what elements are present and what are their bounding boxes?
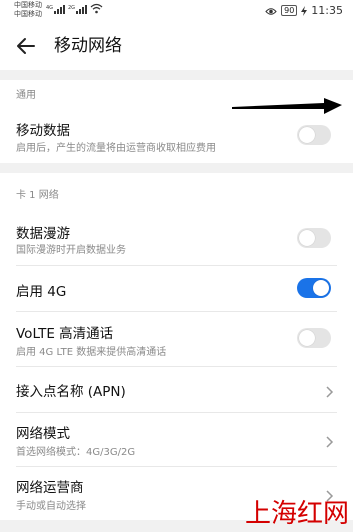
data-roaming-toggle[interactable] bbox=[297, 228, 331, 248]
mobile-data-toggle[interactable] bbox=[297, 125, 331, 145]
svg-text:4G: 4G bbox=[46, 5, 53, 11]
mobile-data-label: 移动数据 bbox=[16, 123, 70, 139]
row-apn[interactable]: 接入点名称 (APN) bbox=[0, 367, 353, 411]
toggle-knob bbox=[299, 127, 315, 143]
toggle-knob bbox=[299, 330, 315, 346]
section-divider bbox=[0, 70, 353, 80]
enable-4g-toggle[interactable] bbox=[297, 278, 331, 298]
svg-text:2G: 2G bbox=[68, 5, 75, 11]
carrier-2-label: 中国移动 bbox=[14, 10, 42, 18]
section-divider bbox=[0, 163, 353, 173]
eye-icon bbox=[265, 1, 277, 20]
annotation-arrow-icon bbox=[232, 96, 342, 126]
network-operator-label: 网络运营商 bbox=[16, 480, 84, 496]
battery-level: 90 bbox=[281, 4, 298, 16]
carrier-labels: 中国移动 中国移动 bbox=[14, 1, 42, 19]
page-title: 移动网络 bbox=[54, 36, 122, 56]
wifi-icon bbox=[90, 3, 103, 14]
chevron-right-icon bbox=[323, 383, 335, 398]
carrier-1-label: 中国移动 bbox=[14, 1, 42, 9]
section-label-general: 通用 bbox=[16, 90, 36, 101]
row-data-roaming[interactable]: 数据漫游 国际漫游时开启数据业务 bbox=[0, 210, 353, 264]
network-operator-description: 手动或自动选择 bbox=[16, 501, 86, 512]
status-bar: 中国移动 中国移动 4G 2G 90 11:35 bbox=[0, 0, 353, 22]
enable-4g-label: 启用 4G bbox=[16, 284, 67, 300]
volte-description: 启用 4G LTE 数据来提供高清通话 bbox=[16, 347, 167, 358]
data-roaming-description: 国际漫游时开启数据业务 bbox=[16, 245, 126, 256]
network-mode-description: 首选网络模式：4G/3G/2G bbox=[16, 447, 136, 458]
toggle-knob bbox=[299, 230, 315, 246]
network-mode-label: 网络模式 bbox=[16, 426, 70, 442]
toggle-knob bbox=[313, 280, 329, 296]
app-header: 移动网络 bbox=[0, 22, 353, 70]
charging-icon bbox=[301, 1, 308, 20]
back-arrow-icon[interactable] bbox=[14, 34, 38, 58]
mobile-data-description: 启用后，产生的流量将由运营商收取相应费用 bbox=[16, 143, 216, 154]
signal-1-icon: 4G bbox=[46, 4, 66, 14]
clock: 11:35 bbox=[311, 3, 343, 17]
data-roaming-label: 数据漫游 bbox=[16, 226, 70, 242]
row-volte[interactable]: VoLTE 高清通话 启用 4G LTE 数据来提供高清通话 bbox=[0, 312, 353, 366]
row-network-mode[interactable]: 网络模式 首选网络模式：4G/3G/2G bbox=[0, 413, 353, 465]
volte-toggle[interactable] bbox=[297, 328, 331, 348]
row-enable-4g[interactable]: 启用 4G bbox=[0, 266, 353, 310]
apn-label: 接入点名称 (APN) bbox=[16, 384, 126, 400]
signal-2-icon: 2G bbox=[68, 4, 88, 14]
chevron-right-icon bbox=[323, 433, 335, 448]
watermark: 上海红网 bbox=[244, 499, 349, 529]
section-label-card1: 卡 1 网络 bbox=[16, 190, 59, 201]
volte-label: VoLTE 高清通话 bbox=[16, 326, 114, 342]
